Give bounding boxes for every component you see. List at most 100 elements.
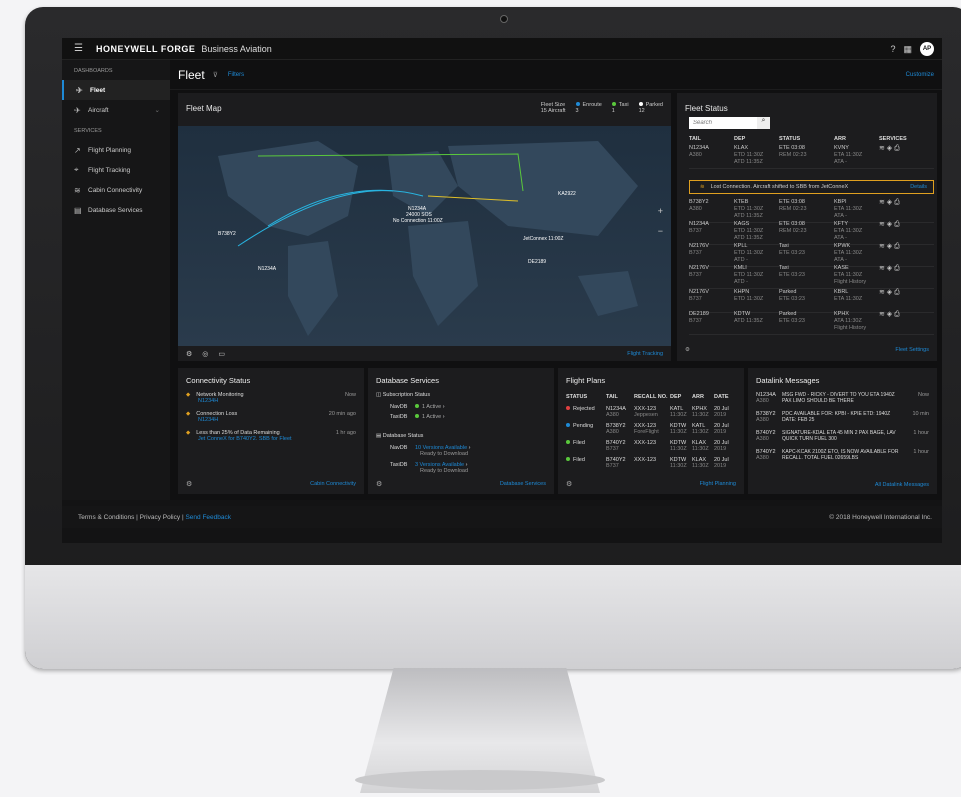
copyright: © 2018 Honeywell International Inc. — [829, 513, 932, 521]
world-map-graphic — [218, 141, 638, 336]
services-icons[interactable]: ≋ ◈ ⎙ — [879, 265, 900, 288]
all-datalink-link[interactable]: All Datalink Messages — [875, 482, 929, 488]
fleet-map-title: Fleet Map — [186, 104, 222, 113]
alert-details-link[interactable]: Details — [910, 184, 927, 190]
screen: ☰ HONEYWELL FORGE Business Aviation ? ▦ … — [62, 38, 942, 543]
sidebar-item-flight-planning[interactable]: ↗ Flight Planning — [62, 140, 170, 160]
sidebar-item-database-services[interactable]: ▤ Database Services — [62, 200, 170, 220]
table-row[interactable]: N2176V B737 KHPN ETD 11:30Z Parked ETE 03:23 K… — [689, 289, 934, 313]
database-services-link[interactable]: Database Services — [500, 481, 546, 487]
cabin-connectivity-link[interactable]: Cabin Connectivity — [310, 481, 356, 487]
sidebar-item-fleet[interactable]: ✈ Fleet — [62, 80, 170, 100]
hamburger-menu-icon[interactable]: ☰ — [74, 43, 86, 54]
services-icons[interactable]: ≋ ◈ ⎙ — [879, 311, 900, 334]
fleet-settings-link[interactable]: Fleet Settings — [895, 347, 929, 353]
table-cell: DE2189 B737 — [689, 311, 734, 334]
message-item[interactable]: N1234A A380 MSG FWD - RICKY - DIVERT TO YO… — [756, 392, 929, 404]
cell-text: ETD 11:30Z — [734, 152, 764, 158]
world-map[interactable]: N1234A 24000 SOS No Connection 11:00Z B7… — [178, 126, 671, 346]
table-row[interactable]: Filed B740Y2 B737 XXX-123 KDTW 11:30Z KLAX 11:3… — [566, 440, 729, 452]
services-icons[interactable]: ≋ ◈ ⎙ — [879, 221, 900, 244]
search-input[interactable] — [689, 117, 757, 129]
privacy-link[interactable]: Privacy Policy — [140, 514, 180, 521]
subscription-icon: ◫ — [376, 392, 383, 398]
message-item[interactable]: B738Y2 A380 PDC AVAILABLE FOR: KPBI - KPIE… — [756, 411, 929, 423]
list-item[interactable]: ◆ Less than 25% of Data Remaining 1 hr ago… — [186, 430, 356, 442]
list-item[interactable]: ◆ Network Monitoring Now N1234H — [186, 392, 356, 404]
filter-icon[interactable]: ⊽ — [213, 71, 218, 79]
settings-icon[interactable]: ⚙ — [376, 480, 382, 488]
cell-text: KHPN — [734, 289, 750, 295]
cell-text: ATD - — [734, 279, 748, 285]
fleet-status-header: TAIL DEP STATUS ARR SERVICES — [689, 136, 929, 142]
table-row[interactable]: N1234A B737 KAGS ETD 11:30Z ATD 11:35Z ETE 03… — [689, 221, 934, 245]
services-icons[interactable]: ≋ ◈ ⎙ — [879, 199, 900, 222]
message-item[interactable]: B740Y2 A380 KAPC-KCAK 2100Z ETO, IS NOW AV… — [756, 449, 929, 461]
table-cell: Parked ETE 03:23 — [779, 289, 834, 312]
help-icon[interactable]: ? — [890, 44, 895, 54]
table-row[interactable]: Filed B740Y2 B737 XXX-123 KDTW 11:30Z KLAX 11:3… — [566, 457, 729, 469]
cell-text: ETA 11:30Z — [834, 206, 863, 212]
settings-icon[interactable]: ⚙ — [186, 350, 192, 358]
flight-planning-link[interactable]: Flight Planning — [700, 481, 736, 487]
sidebar-item-label: Fleet — [90, 86, 106, 94]
table-row[interactable]: N2176V B737 KMLI ETD 11:30Z ATD - Taxi ETE 03:… — [689, 265, 934, 289]
sidebar-item-flight-tracking[interactable]: ⌖ Flight Tracking — [62, 160, 170, 180]
apps-grid-icon[interactable]: ▦ — [903, 44, 912, 55]
table-cell: KAGS ETD 11:30Z ATD 11:35Z — [734, 221, 779, 244]
table-cell: N1234A A380 — [689, 145, 734, 168]
settings-icon[interactable]: ⚙ — [685, 347, 690, 353]
cell-text: ATA - — [834, 235, 847, 241]
monitor-icon[interactable]: ▭ — [218, 350, 225, 358]
cell-text: ATD 11:35Z — [734, 213, 763, 219]
map-label: KA2922 — [558, 191, 576, 197]
customize-button[interactable]: Customize — [906, 72, 934, 78]
cell-text: KVNY — [834, 145, 849, 151]
table-row[interactable]: B738Y2 A380 KTEB ETD 11:30Z ATD 11:35Z ETE 03… — [689, 199, 934, 223]
table-row[interactable]: N2176V B737 KPLL ETD 11:30Z ATD - Taxi ETE 03:… — [689, 243, 934, 267]
flight-tracking-link[interactable]: Flight Tracking — [627, 351, 663, 357]
alert-icon: ◆ — [186, 411, 191, 417]
avatar[interactable]: AP — [920, 42, 934, 56]
services-icons[interactable]: ≋ ◈ ⎙ — [879, 145, 900, 168]
table-row[interactable]: DE2189 B737 KDTW ATD 11:35Z Parked ETE 03:23 K… — [689, 311, 934, 335]
sidebar-item-aircraft[interactable]: ✈ Aircraft ⌄ — [62, 100, 170, 120]
cell-text: ATD - — [734, 257, 748, 263]
map-legend: Fleet Size 15 Aircraft Enroute 3 Taxi 1 Par… — [541, 102, 663, 114]
filters-button[interactable]: Filters — [228, 72, 244, 78]
cell-text: KPHX — [834, 311, 849, 317]
services-icons[interactable]: ≋ ◈ ⎙ — [879, 289, 900, 312]
column-header[interactable]: TAIL — [689, 136, 734, 142]
map-label: No Connection 11:00Z — [393, 218, 443, 224]
settings-icon[interactable]: ⚙ — [186, 480, 192, 488]
list-item[interactable]: ◆ Connection Loss 20 min ago N1234H — [186, 411, 356, 423]
column-header[interactable]: STATUS — [779, 136, 834, 142]
sidebar-item-cabin-connectivity[interactable]: ≋ Cabin Connectivity — [62, 180, 170, 200]
cell-text: KBPI — [834, 199, 847, 205]
table-cell: KDTW ATD 11:35Z — [734, 311, 779, 334]
zoom-in-icon[interactable]: + — [658, 206, 663, 216]
brand-name: HONEYWELL FORGE — [96, 43, 196, 54]
table-row[interactable]: Rejected N1234A A380 XXX-123 Jeppesen KATL 11:… — [566, 406, 729, 418]
zoom-out-icon[interactable]: − — [658, 226, 663, 236]
message-item[interactable]: B740Y2 A380 SIGNATURE-KDAL ETA 45 MIN 2 PA… — [756, 430, 929, 442]
page-title: Fleet — [178, 67, 205, 82]
wifi-icon: ≋ — [74, 185, 81, 195]
settings-icon[interactable]: ⚙ — [566, 480, 572, 488]
table-cell: KPWK ETA 11:30Z ATA - — [834, 243, 879, 266]
layers-icon[interactable]: ◎ — [202, 350, 208, 358]
table-row[interactable]: N1234A A380 KLAX ETD 11:30Z ATD 11:35Z ETE 03… — [689, 145, 934, 169]
column-header[interactable]: DEP — [734, 136, 779, 142]
table-cell: KTEB ETD 11:30Z ATD 11:35Z — [734, 199, 779, 222]
chevron-down-icon: ⌄ — [154, 107, 160, 114]
terms-link[interactable]: Terms & Conditions — [78, 514, 134, 521]
table-cell: N2176V B737 — [689, 243, 734, 266]
table-row[interactable]: Pending B738Y2 A380 XXX-123 ForeFlight KDTW 11… — [566, 423, 729, 435]
db-status-item: TaxiDB 3 Versions Available › Ready to Do… — [390, 462, 469, 474]
enroute-value: 3 — [575, 108, 579, 114]
feedback-link[interactable]: Send Feedback — [185, 514, 231, 521]
search-icon[interactable]: ⌕ — [757, 117, 770, 129]
aircraft-icon: ✈ — [74, 105, 81, 115]
services-icons[interactable]: ≋ ◈ ⎙ — [879, 243, 900, 266]
column-header[interactable]: ARR — [834, 136, 879, 142]
